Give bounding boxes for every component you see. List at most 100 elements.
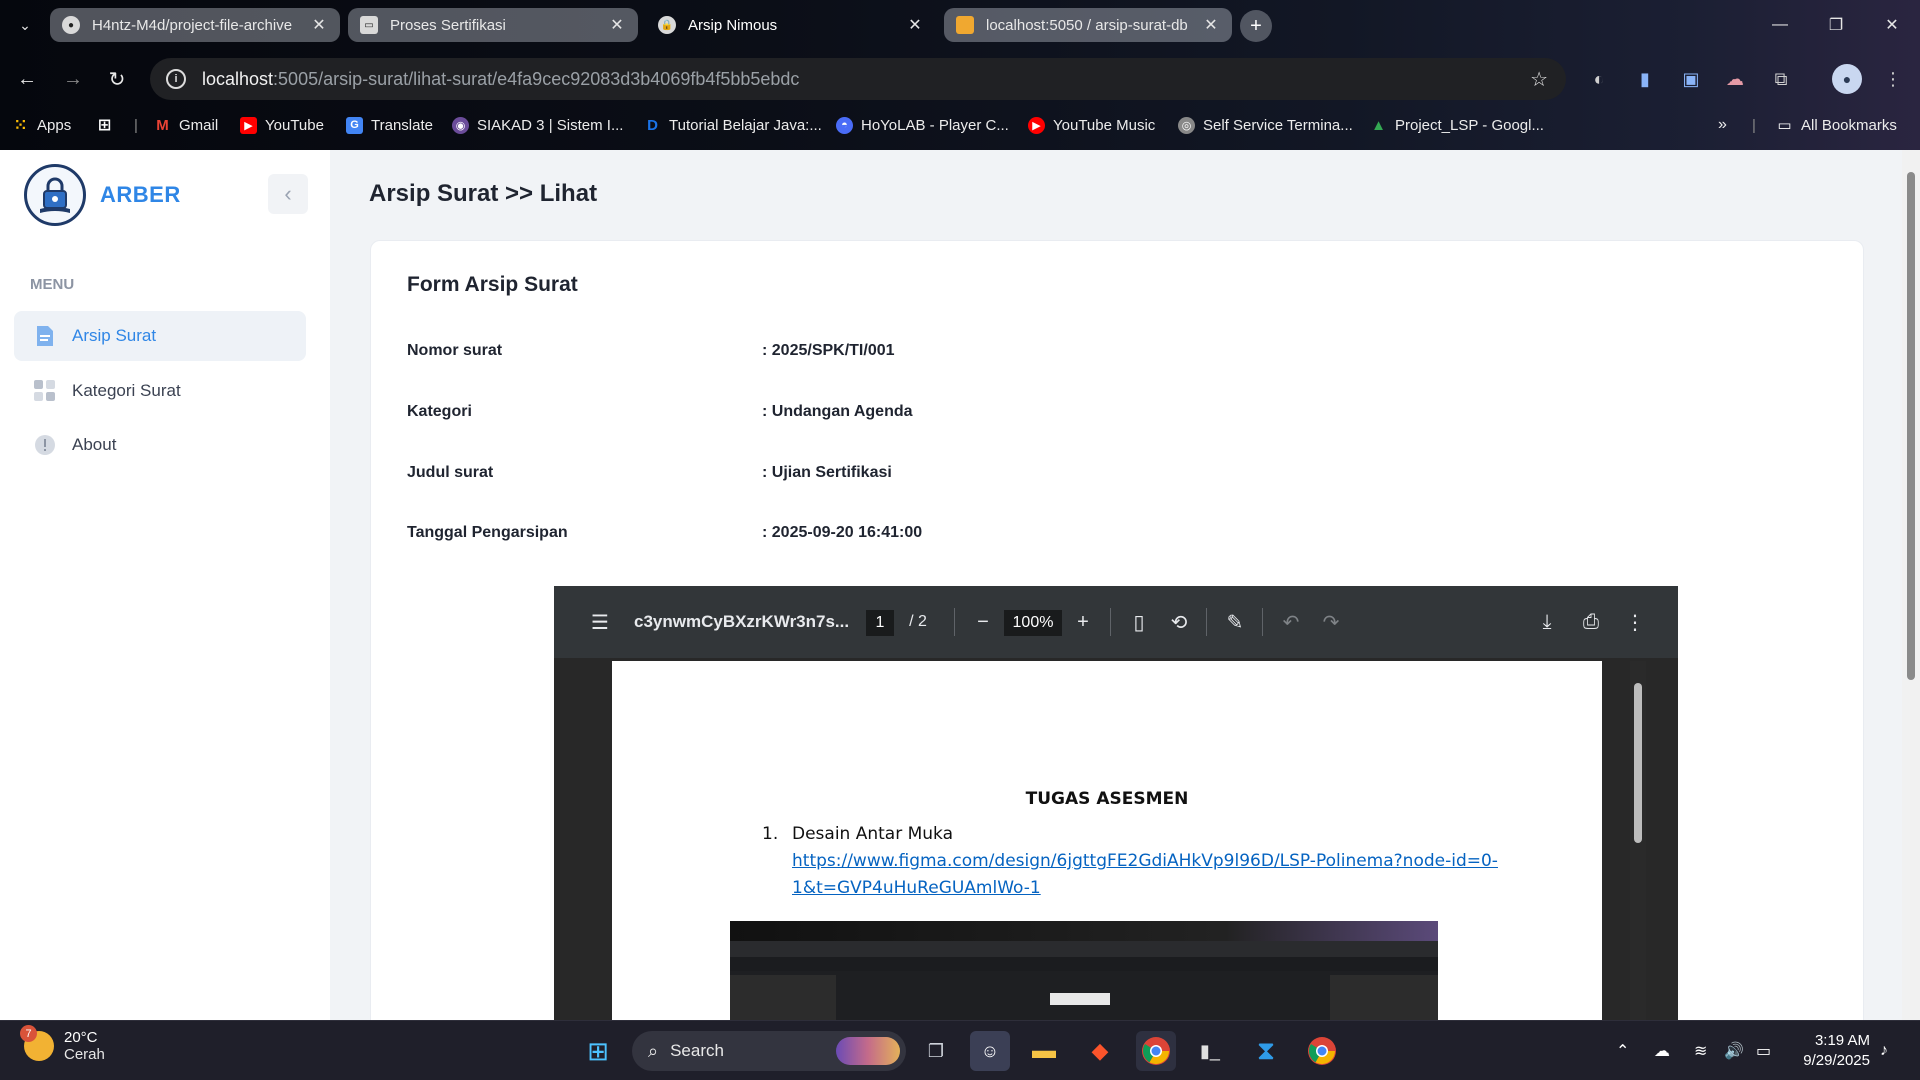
youtube-music-icon: ▶ (1028, 116, 1045, 134)
bookmark-hoyolab[interactable]: ◓ HoYoLAB - Player C... (836, 108, 1009, 142)
collapse-sidebar-button[interactable]: ‹ (268, 174, 308, 214)
pdf-viewer[interactable]: ☰ c3ynwmCyBXzrKWr3n7s... 1 / 2 − 100% + … (554, 586, 1678, 1020)
forward-button[interactable]: → (56, 62, 90, 96)
undo-icon[interactable]: ↶ (1274, 586, 1308, 658)
taskbar-search[interactable]: ⌕ Search (632, 1031, 906, 1071)
bookmark-self-service[interactable]: ◎ Self Service Termina... (1178, 108, 1353, 142)
file-explorer-icon[interactable]: ▬ (1024, 1031, 1064, 1071)
extension-icon[interactable]: ▣ (1676, 64, 1706, 94)
task-view-icon[interactable]: ❐ (916, 1031, 956, 1071)
battery-icon[interactable]: ▭ (1756, 1021, 1771, 1080)
back-button[interactable]: ← (10, 62, 44, 96)
wifi-icon[interactable]: ≋ (1694, 1021, 1707, 1080)
weather-description: Cerah (64, 1046, 105, 1063)
zoom-out-icon[interactable]: − (968, 586, 998, 658)
terminal-icon[interactable]: ▮_ (1190, 1031, 1230, 1071)
page-scrollbar-thumb[interactable] (1907, 172, 1915, 680)
sidebar-item-about[interactable]: About (14, 420, 306, 470)
chrome-profile-icon[interactable] (1302, 1031, 1342, 1071)
more-bookmarks-icon[interactable]: » (1718, 108, 1727, 142)
close-tab-icon[interactable]: ✕ (906, 15, 924, 35)
pdf-filename: c3ynwmCyBXzrKWr3n7s... (634, 612, 850, 631)
close-tab-icon[interactable]: ✕ (608, 15, 626, 35)
pdf-scrollbar[interactable] (1630, 661, 1646, 1020)
address-bar[interactable]: i localhost:5005/arsip-surat/lihat-surat… (150, 58, 1566, 100)
app-icon[interactable]: ☺ (970, 1031, 1010, 1071)
bookmark-youtube[interactable]: ▶ YouTube (240, 108, 324, 142)
card-title: Form Arsip Surat (407, 273, 578, 296)
print-icon[interactable]: ⎙ (1574, 586, 1608, 658)
download-icon[interactable]: ⤓ (1530, 586, 1564, 658)
chevron-left-icon: ‹ (284, 181, 292, 206)
page-scrollbar[interactable] (1902, 150, 1920, 1020)
more-options-icon[interactable]: ⋮ (1618, 586, 1652, 658)
sidebar-item-kategori-surat[interactable]: Kategori Surat (14, 366, 306, 416)
bookmark-apps[interactable]: ⁙ Apps (12, 108, 71, 142)
page-total: / 2 (909, 613, 927, 630)
chrome-icon[interactable] (1136, 1031, 1176, 1071)
github-icon: ● (62, 16, 80, 34)
profile-avatar[interactable]: ● (1832, 64, 1862, 94)
figma-link-continued[interactable]: 1&t=GVP4uHuReGUAmlWo-1 (792, 878, 1041, 898)
reload-button[interactable]: ↻ (100, 62, 134, 96)
field-tanggal-pengarsipan: Tanggal Pengarsipan : 2025-09-20 16:41:0… (407, 524, 922, 542)
restore-button[interactable]: ❐ (1808, 0, 1864, 50)
field-label: Judul surat (407, 464, 494, 481)
rotate-icon[interactable]: ⟲ (1162, 586, 1196, 658)
bookmark-siakad[interactable]: ◉ SIAKAD 3 | Sistem I... (452, 108, 623, 142)
field-nomor-surat: Nomor surat : 2025/SPK/TI/001 (407, 342, 895, 360)
all-bookmarks-button[interactable]: ▭ All Bookmarks (1776, 108, 1896, 142)
tab-arsip-nimous[interactable]: 🔒 Arsip Nimous ✕ (646, 8, 936, 42)
notification-badge: 7 (20, 1025, 37, 1042)
menu-section-title: MENU (30, 276, 75, 293)
bookmark-project-lsp[interactable]: ▲ Project_LSP - Googl... (1370, 108, 1544, 142)
fit-page-icon[interactable]: ▯ (1122, 586, 1156, 658)
bookmark-grid[interactable]: ⊞ (96, 108, 121, 142)
bookmark-tutorial-java[interactable]: D Tutorial Belajar Java:... (644, 108, 822, 142)
windows-start-icon[interactable]: ⊞ (578, 1031, 618, 1071)
close-tab-icon[interactable]: ✕ (310, 15, 328, 35)
tab-phpmyadmin[interactable]: localhost:5050 / arsip-surat-db ✕ (944, 8, 1232, 42)
weather-widget[interactable]: 7 20°C Cerah (20, 1025, 105, 1063)
bookmark-star-icon[interactable]: ☆ (1530, 67, 1548, 92)
notifications-icon[interactable]: ♪ (1880, 1021, 1888, 1080)
show-hidden-icons[interactable]: ⌃ (1616, 1021, 1629, 1080)
close-tab-icon[interactable]: ✕ (1202, 15, 1220, 35)
figma-link[interactable]: https://www.figma.com/design/6jgttgFE2Gd… (792, 851, 1498, 871)
field-value: : 2025/SPK/TI/001 (762, 342, 895, 359)
volume-icon[interactable]: 🔊 (1724, 1021, 1744, 1080)
extension-icon[interactable]: ▮ (1630, 64, 1660, 94)
zoom-in-icon[interactable]: + (1068, 586, 1098, 658)
tab-github[interactable]: ● H4ntz-M4d/project-file-archive ✕ (50, 8, 340, 42)
extensions-puzzle-icon[interactable]: ⧉ (1766, 64, 1796, 94)
onedrive-icon[interactable]: ☁ (1654, 1021, 1670, 1080)
annotate-icon[interactable]: ✎ (1218, 586, 1252, 658)
windows-taskbar: 7 20°C Cerah ⊞ ⌕ Search ❐ ☺ ▬ ◆ ▮_ ⧗ ⌃ ☁… (0, 1020, 1920, 1080)
hamburger-menu-icon[interactable]: ☰ (582, 586, 618, 658)
vscode-icon[interactable]: ⧗ (1246, 1031, 1286, 1071)
extension-icon[interactable]: ◐ (1584, 64, 1614, 94)
bookmark-gmail[interactable]: M Gmail (154, 108, 218, 142)
siakad-icon: ◉ (452, 116, 469, 134)
bookmark-youtube-music[interactable]: ▶ YouTube Music (1028, 108, 1155, 142)
pdf-scrollbar-thumb[interactable] (1634, 683, 1642, 843)
youtube-icon: ▶ (240, 116, 257, 134)
close-window-button[interactable]: ✕ (1864, 0, 1920, 50)
new-tab-button[interactable]: + (1240, 10, 1272, 42)
more-menu-icon[interactable]: ⋮ (1878, 64, 1908, 94)
site-info-icon[interactable]: i (166, 69, 186, 89)
field-label: Tanggal Pengarsipan (407, 524, 568, 541)
extension-icon[interactable]: ☁ (1720, 64, 1750, 94)
tab-search-button[interactable]: ⌄ (10, 10, 40, 40)
tab-proses-sertifikasi[interactable]: ▭ Proses Sertifikasi ✕ (348, 8, 638, 42)
toolbar-divider (1206, 608, 1207, 636)
minimize-button[interactable]: — (1752, 0, 1808, 50)
field-value: : Undangan Agenda (762, 403, 913, 420)
brave-browser-icon[interactable]: ◆ (1080, 1031, 1120, 1071)
system-clock[interactable]: 3:19 AM 9/29/2025 (1790, 1031, 1870, 1071)
page-number-input[interactable]: 1 (866, 610, 894, 636)
zoom-level-input[interactable]: 100% (1004, 610, 1062, 636)
bookmark-translate[interactable]: G Translate (346, 108, 433, 142)
sidebar-item-arsip-surat[interactable]: Arsip Surat (14, 311, 306, 361)
redo-icon[interactable]: ↷ (1314, 586, 1348, 658)
